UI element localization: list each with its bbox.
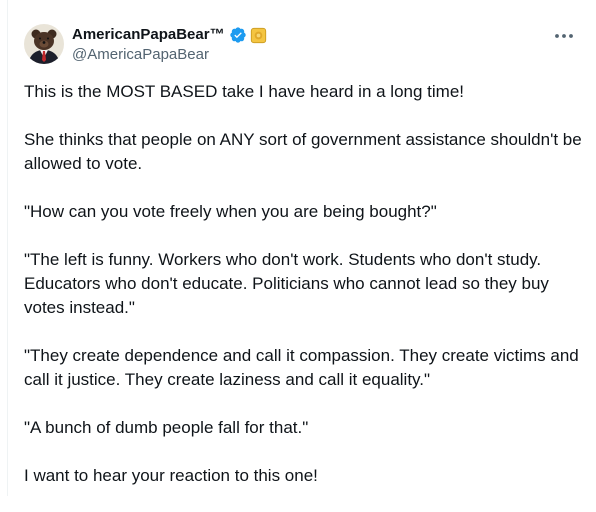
tweet-paragraph: "The left is funny. Workers who don't wo… bbox=[24, 250, 549, 317]
affiliate-badge-icon[interactable] bbox=[250, 27, 267, 44]
tweet[interactable]: AmericanPapaBear™ @AmericaPapaBear This … bbox=[24, 24, 590, 512]
bear-avatar-icon bbox=[24, 24, 64, 64]
tweet-paragraph: "A bunch of dumb people fall for that." bbox=[24, 418, 309, 437]
timeline-border bbox=[7, 0, 8, 496]
tweet-paragraph: I want to hear your reaction to this one… bbox=[24, 466, 318, 485]
name-row: AmericanPapaBear™ bbox=[72, 25, 267, 45]
verified-badge-icon[interactable] bbox=[229, 26, 247, 44]
tweet-paragraph: This is the MOST BASED take I have heard… bbox=[24, 82, 464, 101]
tweet-paragraph: "How can you vote freely when you are be… bbox=[24, 202, 437, 221]
display-name[interactable]: AmericanPapaBear™ bbox=[72, 25, 225, 45]
tweet-paragraph: She thinks that people on ANY sort of go… bbox=[24, 130, 582, 173]
tweet-header: AmericanPapaBear™ @AmericaPapaBear bbox=[24, 24, 590, 68]
tweet-text: This is the MOST BASED take I have heard… bbox=[24, 80, 582, 488]
user-handle[interactable]: @AmericaPapaBear bbox=[72, 45, 267, 65]
tweet-paragraph: "They create dependence and call it comp… bbox=[24, 346, 579, 389]
user-names: AmericanPapaBear™ @AmericaPapaBear bbox=[72, 25, 267, 65]
more-options-icon[interactable] bbox=[552, 24, 576, 48]
avatar[interactable] bbox=[24, 24, 64, 64]
